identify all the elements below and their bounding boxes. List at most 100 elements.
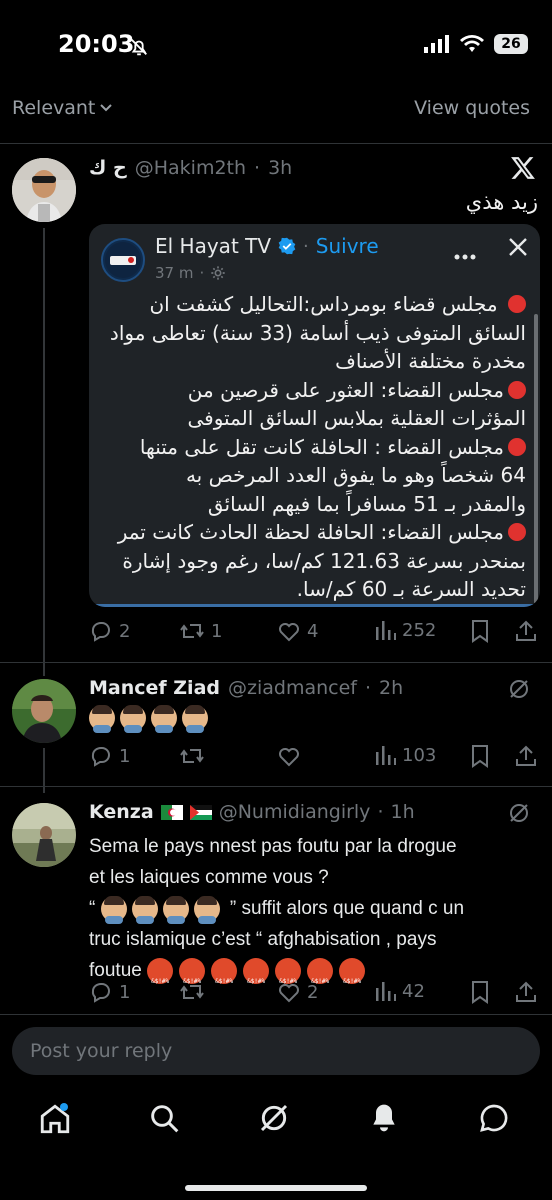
text-line: “ ” suffit alors que quand c un <box>89 893 539 924</box>
text-line: et les laiques comme vous ? <box>89 867 329 888</box>
algeria-flag-icon <box>160 804 183 820</box>
facepalm-emoji <box>131 895 158 924</box>
like-button[interactable]: 4 <box>277 619 318 643</box>
quote-line: مجلس القضاء: الحافلة لحظة الحادث كانت تم… <box>96 518 526 547</box>
author-name[interactable]: Mancef Ziad <box>89 677 220 699</box>
reply-header: Kenza @Numidiangirly · 1h <box>89 801 415 823</box>
author-handle[interactable]: @ziadmancef <box>228 677 357 699</box>
divider <box>0 662 552 663</box>
reply-header: Mancef Ziad @ziadmancef · 2h <box>89 677 403 699</box>
quoted-post-card[interactable]: El Hayat TV · Suivre 37 m · مجلس قضاء بو… <box>89 224 540 607</box>
repost-button[interactable]: 1 <box>179 619 222 643</box>
reply-button[interactable]: 1 <box>89 744 130 768</box>
facepalm-emoji <box>162 895 189 924</box>
quote-time: 37 m <box>155 264 194 282</box>
repost-button[interactable] <box>179 980 205 1004</box>
avatar[interactable] <box>12 803 76 867</box>
chevron-down-icon <box>100 104 113 112</box>
reply-actions: 1 2 42 <box>89 980 540 1006</box>
home-indicator <box>185 1185 367 1191</box>
reply-placeholder: Post your reply <box>30 1040 173 1062</box>
post-time: 1h <box>390 801 415 823</box>
avatar[interactable] <box>12 679 76 743</box>
relevant-label: Relevant <box>12 97 96 119</box>
views-button[interactable]: 252 <box>374 619 436 641</box>
reply-button[interactable]: 1 <box>89 980 130 1004</box>
red-dot-icon <box>508 437 526 456</box>
views-count: 42 <box>402 980 425 1002</box>
follow-button[interactable]: Suivre <box>316 234 379 258</box>
notifications-icon[interactable] <box>368 1102 400 1138</box>
reply-icon <box>91 747 110 767</box>
grok-icon[interactable] <box>508 678 530 704</box>
share-icon[interactable] <box>515 744 537 772</box>
share-icon[interactable] <box>515 619 537 647</box>
separator: · <box>254 157 261 179</box>
home-icon[interactable] <box>38 1102 72 1140</box>
gear-icon <box>211 266 225 280</box>
like-button[interactable]: 2 <box>277 980 318 1004</box>
quote-meta: 37 m · <box>155 264 226 282</box>
author-name[interactable]: Kenza <box>89 801 154 823</box>
quote-author-name[interactable]: El Hayat TV <box>155 234 271 258</box>
post-time: 3h <box>268 157 293 179</box>
bottom-nav <box>0 1090 552 1150</box>
quote-line: مجلس قضاء بومرداس:التحاليل كشفت ان <box>96 290 526 319</box>
like-icon <box>279 984 299 1003</box>
quote-line: مجلس القضاء: العثور على قرصين من <box>96 376 526 405</box>
more-icon[interactable] <box>453 246 477 265</box>
repost-count: 1 <box>211 620 223 642</box>
views-count: 252 <box>402 619 437 641</box>
bookmark-icon[interactable] <box>469 744 491 772</box>
red-dot-icon <box>508 380 526 399</box>
share-icon[interactable] <box>515 980 537 1008</box>
repost-icon <box>180 749 204 763</box>
author-name[interactable]: ح ك <box>89 157 127 179</box>
reply-icon <box>91 983 110 1003</box>
x-logo-icon <box>510 155 536 185</box>
facepalm-emoji <box>182 705 208 733</box>
signal-icon <box>424 35 449 53</box>
grok-icon[interactable] <box>258 1102 290 1138</box>
bookmark-icon[interactable] <box>469 980 491 1008</box>
facepalm-emoji <box>100 895 127 924</box>
like-button[interactable] <box>277 744 301 768</box>
close-icon[interactable] <box>507 236 529 262</box>
avatar[interactable] <box>12 158 76 222</box>
scrollbar[interactable] <box>534 314 538 604</box>
quote-line: والمقدر بـ 51 مسافراً بما فيهم السائق <box>207 491 526 516</box>
repost-icon <box>180 624 204 638</box>
red-dot-icon <box>508 295 526 313</box>
messages-icon[interactable] <box>478 1102 510 1138</box>
quote-line: السائق المتوفى ذيب أسامة (33 سنة) تعاطى … <box>109 320 526 345</box>
status-icons: 26 <box>424 34 528 54</box>
reply-input[interactable]: Post your reply <box>12 1027 540 1075</box>
battery-indicator: 26 <box>494 34 528 54</box>
post-text: زيد هذي <box>465 190 538 214</box>
search-icon[interactable] <box>148 1102 180 1138</box>
like-count: 4 <box>307 620 319 642</box>
facepalm-emoji <box>89 705 115 733</box>
reply-button[interactable]: 2 <box>89 619 130 643</box>
post-header: ح ك @Hakim2th · 3h <box>89 157 292 179</box>
text-line: Sema le pays nnest pas foutu par la drog… <box>89 836 457 857</box>
view-quotes-link[interactable]: View quotes <box>414 97 530 119</box>
quote-line: بمنحدر بسرعة 121.63 كم/سا، رغم وجود إشار… <box>122 548 526 573</box>
views-button[interactable]: 103 <box>374 744 436 766</box>
author-handle[interactable]: @Hakim2th <box>135 157 246 179</box>
grok-icon[interactable] <box>508 802 530 828</box>
post-actions: 2 1 4 252 <box>89 619 540 645</box>
quote-text: مجلس قضاء بومرداس:التحاليل كشفت ان السائ… <box>96 290 526 604</box>
post-time: 2h <box>379 677 404 699</box>
bookmark-icon[interactable] <box>469 619 491 647</box>
repost-button[interactable] <box>179 744 205 768</box>
thread-line <box>43 228 45 676</box>
relevant-sort-dropdown[interactable]: Relevant <box>12 97 113 119</box>
views-button[interactable]: 42 <box>374 980 425 1002</box>
like-icon <box>279 623 299 642</box>
divider <box>0 786 552 787</box>
author-handle[interactable]: @Numidiangirly <box>219 801 371 823</box>
reply-emojis <box>89 705 213 733</box>
facepalm-emoji <box>151 705 177 733</box>
quote-header: El Hayat TV · Suivre <box>155 234 379 258</box>
